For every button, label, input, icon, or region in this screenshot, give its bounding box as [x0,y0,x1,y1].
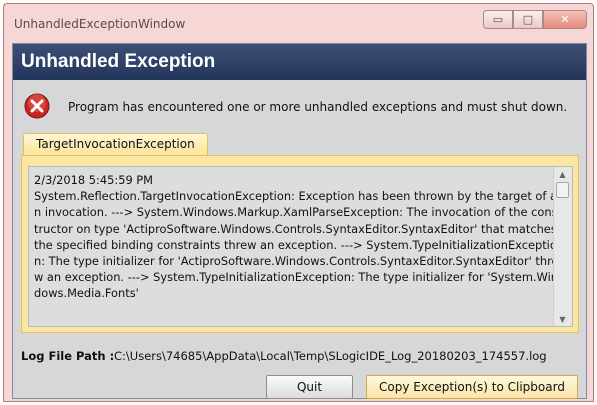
log-file-path-value: C:\Users\74685\AppData\Local\Temp\SLogic… [114,349,547,363]
tab-target-invocation-exception[interactable]: TargetInvocationException [23,133,208,155]
exception-panel: 2/3/2018 5:45:59 PM System.Reflection.Ta… [21,155,579,333]
maximize-icon: □ [522,13,534,26]
header-banner: Unhandled Exception [13,44,586,80]
scroll-up-arrow-icon[interactable]: ▲ [554,167,571,181]
copy-exception-button[interactable]: Copy Exception(s) to Clipboard [366,375,578,399]
vertical-scrollbar[interactable]: ▲ ▼ [553,167,572,326]
header-title: Unhandled Exception [21,51,216,72]
log-file-path-label: Log File Path : [21,349,115,363]
window-controls: ▭ □ ✕ [483,10,587,30]
exception-window: UnhandledExceptionWindow ▭ □ ✕ Unhandled… [3,3,594,402]
exception-textbox[interactable]: 2/3/2018 5:45:59 PM System.Reflection.Ta… [28,166,573,327]
scroll-thumb[interactable] [556,182,569,198]
close-icon: ✕ [560,13,570,26]
scroll-down-arrow-icon[interactable]: ▼ [554,312,571,326]
error-message: Program has encountered one or more unha… [68,100,568,114]
window-title: UnhandledExceptionWindow [14,17,186,31]
minimize-button[interactable]: ▭ [483,10,513,29]
close-button[interactable]: ✕ [543,10,587,29]
title-bar[interactable]: UnhandledExceptionWindow ▭ □ ✕ [4,4,593,42]
quit-button[interactable]: Quit [266,375,353,399]
error-icon [24,93,50,119]
maximize-button[interactable]: □ [513,10,543,29]
minimize-icon: ▭ [492,13,504,26]
dialog-content: Unhandled Exception Program has encounte… [12,43,587,399]
exception-details[interactable]: 2/3/2018 5:45:59 PM System.Reflection.Ta… [34,172,560,302]
